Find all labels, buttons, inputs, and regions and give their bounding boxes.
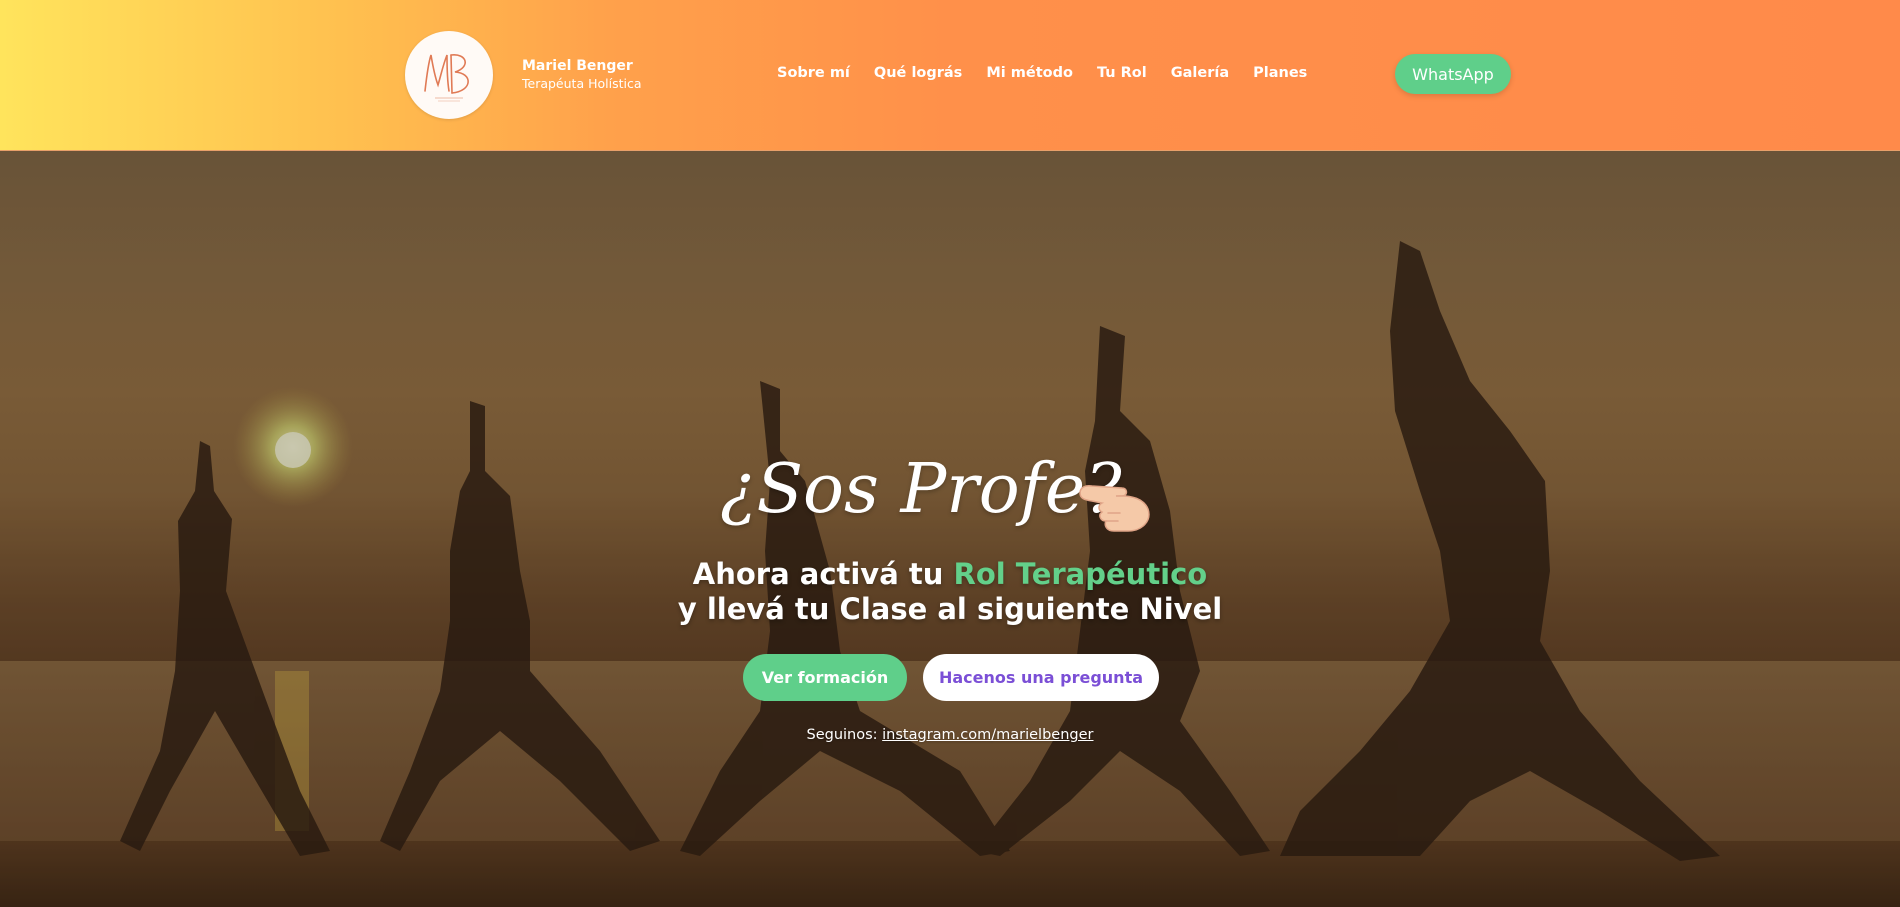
instagram-link[interactable]: instagram.com/marielbenger xyxy=(882,727,1093,743)
brand-name: Mariel Benger xyxy=(522,58,633,74)
nav-item-tu-rol[interactable]: Tu Rol xyxy=(1097,65,1147,81)
brand-text: Mariel Benger Terapéuta Holística xyxy=(522,58,642,91)
whatsapp-button[interactable]: WhatsApp xyxy=(1395,54,1511,94)
hero-section: ¿Sos Profe? Ahora activá tu Rol Terapéut… xyxy=(0,151,1900,907)
hero-background-photo xyxy=(0,151,1900,907)
hero-headline-accent: Rol Terapéutico xyxy=(953,557,1208,591)
brand-logo[interactable] xyxy=(405,31,493,119)
hero-overlay xyxy=(0,151,1900,907)
site-header: Mariel Benger Terapéuta Holística Sobre … xyxy=(0,0,1900,151)
main-nav: Sobre mí Qué lográs Mi método Tu Rol Gal… xyxy=(777,65,1307,81)
brand-subtitle: Terapéuta Holística xyxy=(522,75,642,91)
hero-headline-prefix: Ahora activá tu xyxy=(692,557,954,591)
hero-headline-line1: Ahora activá tu Rol Terapéutico xyxy=(0,560,1900,589)
nav-item-galeria[interactable]: Galería xyxy=(1171,65,1229,81)
social-follow: Seguinos: instagram.com/marielbenger xyxy=(0,727,1900,743)
follow-label: Seguinos: xyxy=(806,727,883,743)
hero-title: ¿Sos Profe? xyxy=(720,450,1122,529)
hero-headline-line2: y llevá tu Clase al siguiente Nivel xyxy=(677,592,1223,626)
brand-logo-mark xyxy=(406,32,492,118)
hacenos-pregunta-button[interactable]: Hacenos una pregunta xyxy=(923,654,1159,701)
nav-item-planes[interactable]: Planes xyxy=(1253,65,1307,81)
ver-formacion-button[interactable]: Ver formación xyxy=(743,654,907,701)
nav-item-mi-metodo[interactable]: Mi método xyxy=(986,65,1073,81)
pointing-hand-icon xyxy=(1079,485,1150,532)
nav-item-que-logras[interactable]: Qué lográs xyxy=(874,65,962,81)
nav-item-sobre-mi[interactable]: Sobre mí xyxy=(777,65,850,81)
